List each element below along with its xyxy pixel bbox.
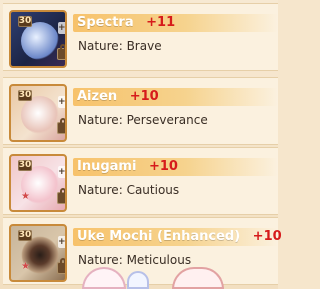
character-portrait[interactable]: 30 +10 <box>9 84 67 142</box>
nature-row: Nature: Meticulous <box>78 252 191 268</box>
character-face <box>21 96 59 134</box>
level-badge: 30 <box>18 16 32 27</box>
upgrade-badge: +10 <box>58 96 65 108</box>
character-list: 30 +11 Spectra +11 Nature: Brave 30 +10 … <box>0 0 282 289</box>
character-name-row: Inugami +10 <box>77 159 178 175</box>
character-card[interactable]: 30 +10 Aizen +10 Nature: Perseverance <box>3 77 278 145</box>
character-portrait[interactable]: 30 +11 <box>9 10 67 68</box>
character-plus: +10 <box>129 89 159 104</box>
character-name-row: Uke Mochi (Enhanced) +10 <box>77 229 282 245</box>
star-icon: ★ <box>21 191 30 202</box>
character-card[interactable]: 30 +11 Spectra +11 Nature: Brave <box>3 3 278 71</box>
character-face <box>21 22 59 60</box>
character-name: Uke Mochi (Enhanced) <box>77 229 241 244</box>
character-plus: +10 <box>252 229 282 244</box>
lock-icon <box>57 118 65 134</box>
character-name: Aizen <box>77 89 118 104</box>
character-card[interactable]: 30 +10 ★ Inugami +10 Nature: Cautious <box>3 147 278 215</box>
level-badge: 30 <box>18 160 32 171</box>
level-badge: 30 <box>18 230 32 241</box>
nature-label: Nature: <box>78 39 123 53</box>
nature-row: Nature: Perseverance <box>78 112 208 128</box>
character-portrait[interactable]: 30 +10 ★ <box>9 154 67 212</box>
nature-row: Nature: Cautious <box>78 182 179 198</box>
nature-label: Nature: <box>78 183 123 197</box>
character-name-row: Spectra +11 <box>77 15 175 31</box>
upgrade-badge: +10 <box>58 166 65 178</box>
nature-value: Brave <box>126 39 162 53</box>
level-badge: 30 <box>18 90 32 101</box>
character-plus: +11 <box>146 15 176 30</box>
character-portrait[interactable]: 30 +10 ★ <box>9 224 67 282</box>
lock-icon <box>57 188 65 204</box>
upgrade-badge: +11 <box>58 22 65 34</box>
character-card[interactable]: 30 +10 ★ Uke Mochi (Enhanced) +10 Nature… <box>3 217 282 285</box>
nature-label: Nature: <box>78 253 123 267</box>
nature-label: Nature: <box>78 113 123 127</box>
nature-value: Cautious <box>126 183 180 197</box>
lock-icon <box>57 258 65 274</box>
nature-row: Nature: Brave <box>78 38 162 54</box>
character-name: Spectra <box>77 15 134 30</box>
nature-value: Meticulous <box>126 253 192 267</box>
nature-value: Perseverance <box>126 113 208 127</box>
character-name: Inugami <box>77 159 137 174</box>
character-name-row: Aizen +10 <box>77 89 159 105</box>
lock-icon <box>57 44 65 60</box>
upgrade-badge: +10 <box>58 236 65 248</box>
star-icon: ★ <box>21 261 30 272</box>
character-plus: +10 <box>148 159 178 174</box>
